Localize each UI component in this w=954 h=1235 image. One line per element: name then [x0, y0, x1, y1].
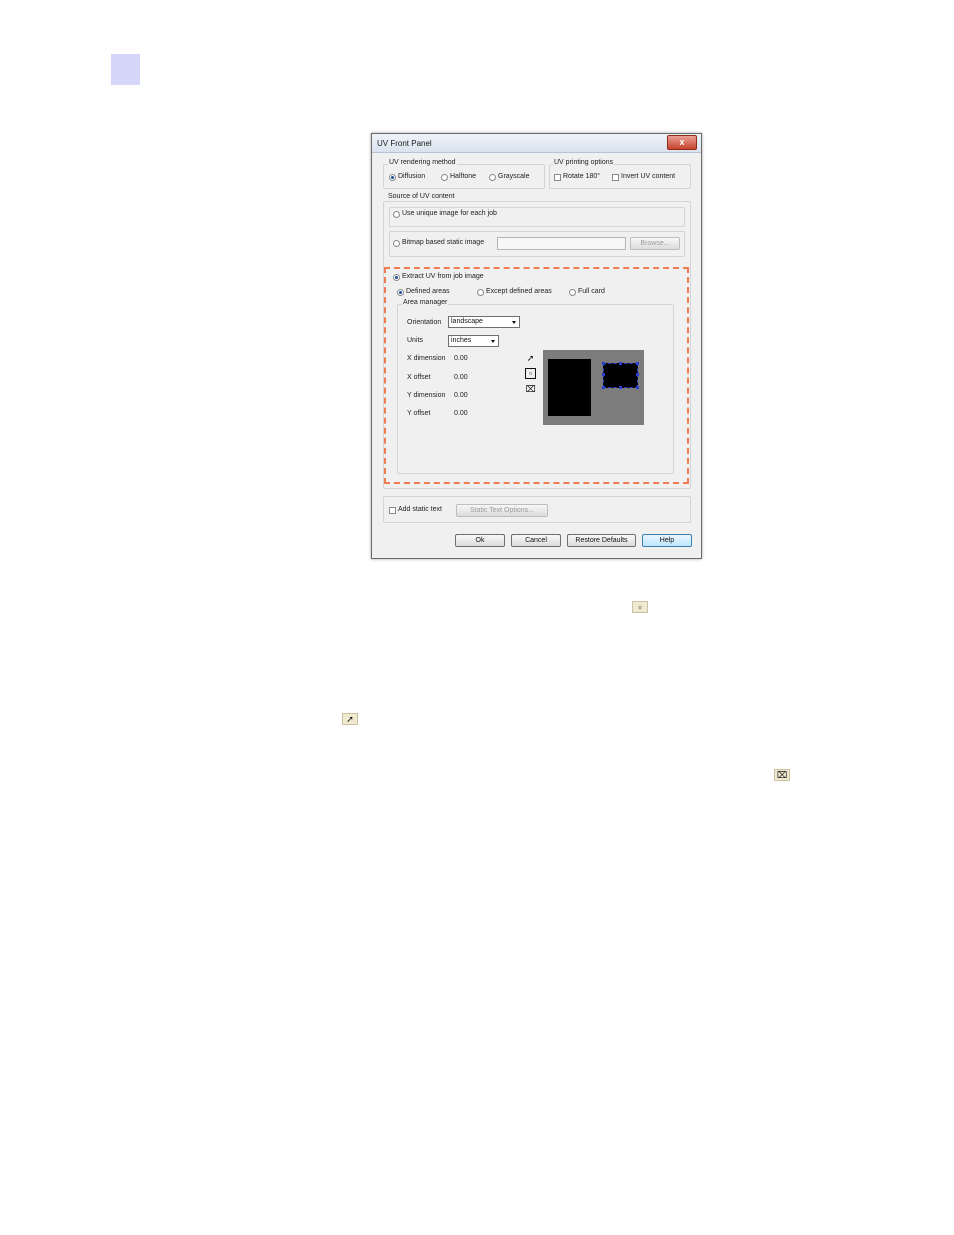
resize-handle[interactable]: [602, 373, 605, 376]
full-card-radio[interactable]: [569, 289, 576, 296]
resize-handle[interactable]: [619, 362, 622, 365]
ok-button[interactable]: Ok: [455, 534, 505, 547]
x-dimension-label: X dimension: [407, 355, 446, 362]
printing-options-legend: UV printing options: [553, 159, 615, 166]
card-preview-canvas[interactable]: [543, 350, 644, 425]
static-text-checkbox[interactable]: [389, 507, 396, 514]
y-dimension-value: 0.00: [454, 392, 468, 399]
resize-handle[interactable]: [636, 386, 639, 389]
chevron-down-icon: [491, 340, 495, 343]
arrow-pointer-icon: ➚: [342, 713, 358, 725]
units-select[interactable]: inches: [448, 335, 499, 347]
help-button[interactable]: Help: [642, 534, 692, 547]
resize-handle[interactable]: [636, 373, 639, 376]
rendering-method-legend: UV rendering method: [388, 159, 457, 166]
grayscale-radio[interactable]: [489, 174, 496, 181]
unique-image-radio[interactable]: [393, 211, 400, 218]
bitmap-radio[interactable]: [393, 240, 400, 247]
resize-handle[interactable]: [602, 362, 605, 365]
y-dimension-label: Y dimension: [407, 392, 446, 399]
defined-areas-radio[interactable]: [397, 289, 404, 296]
title-bar: UV Front Panel x: [372, 134, 701, 153]
diffusion-radio[interactable]: [389, 174, 396, 181]
cancel-button[interactable]: Cancel: [511, 534, 561, 547]
page-tab-marker: [111, 54, 140, 85]
rotate-label: Rotate 180°: [563, 173, 601, 180]
except-areas-label: Except defined areas: [486, 288, 552, 295]
card-block-left: [548, 359, 591, 416]
chevron-down-icon: [512, 321, 516, 324]
units-value: inches: [451, 337, 472, 344]
invert-checkbox[interactable]: [612, 174, 619, 181]
rectangle-tool-icon[interactable]: ▫: [525, 368, 536, 379]
defined-areas-label: Defined areas: [406, 288, 450, 295]
delete-area-icon: ⌧: [774, 769, 790, 781]
static-text-options-button[interactable]: Static Text Options...: [456, 504, 548, 517]
x-offset-value: 0.00: [454, 374, 468, 381]
rectangle-tool-icon: ▫: [632, 601, 648, 613]
selected-area[interactable]: [602, 362, 639, 389]
arrow-pointer-icon[interactable]: ➚: [525, 353, 536, 364]
orientation-select[interactable]: landscape: [448, 316, 520, 328]
uv-front-panel-dialog: UV Front Panel x UV rendering method Dif…: [371, 133, 702, 559]
grayscale-label: Grayscale: [498, 173, 530, 180]
restore-defaults-button[interactable]: Restore Defaults: [567, 534, 636, 547]
bitmap-label: Bitmap based static image: [402, 239, 485, 246]
close-button[interactable]: x: [667, 135, 697, 150]
x-dimension-value: 0.00: [454, 355, 468, 362]
diffusion-label: Diffusion: [398, 173, 426, 180]
y-offset-label: Y offset: [407, 410, 431, 417]
resize-handle[interactable]: [602, 386, 605, 389]
halftone-radio[interactable]: [441, 174, 448, 181]
delete-area-icon[interactable]: ⌧: [525, 384, 536, 395]
x-offset-label: X offset: [407, 374, 431, 381]
bitmap-path-field[interactable]: [497, 237, 626, 250]
close-icon: x: [679, 137, 685, 147]
unique-image-label: Use unique image for each job: [402, 210, 497, 217]
extract-label: Extract UV from job image: [402, 273, 484, 280]
orientation-value: landscape: [451, 318, 483, 325]
resize-handle[interactable]: [619, 386, 622, 389]
units-label: Units: [407, 337, 423, 344]
halftone-label: Halftone: [450, 173, 477, 180]
area-manager-legend: Area manager: [402, 299, 449, 306]
rotate-checkbox[interactable]: [554, 174, 561, 181]
resize-handle[interactable]: [636, 362, 639, 365]
full-card-label: Full card: [578, 288, 605, 295]
orientation-label: Orientation: [407, 319, 442, 326]
invert-label: Invert UV content: [621, 173, 676, 180]
except-areas-radio[interactable]: [477, 289, 484, 296]
browse-button[interactable]: Browse...: [630, 237, 680, 250]
source-legend: Source of UV content: [387, 193, 456, 200]
dialog-title: UV Front Panel: [377, 139, 432, 148]
extract-radio[interactable]: [393, 274, 400, 281]
y-offset-value: 0.00: [454, 410, 468, 417]
static-text-label: Add static text: [398, 506, 442, 513]
